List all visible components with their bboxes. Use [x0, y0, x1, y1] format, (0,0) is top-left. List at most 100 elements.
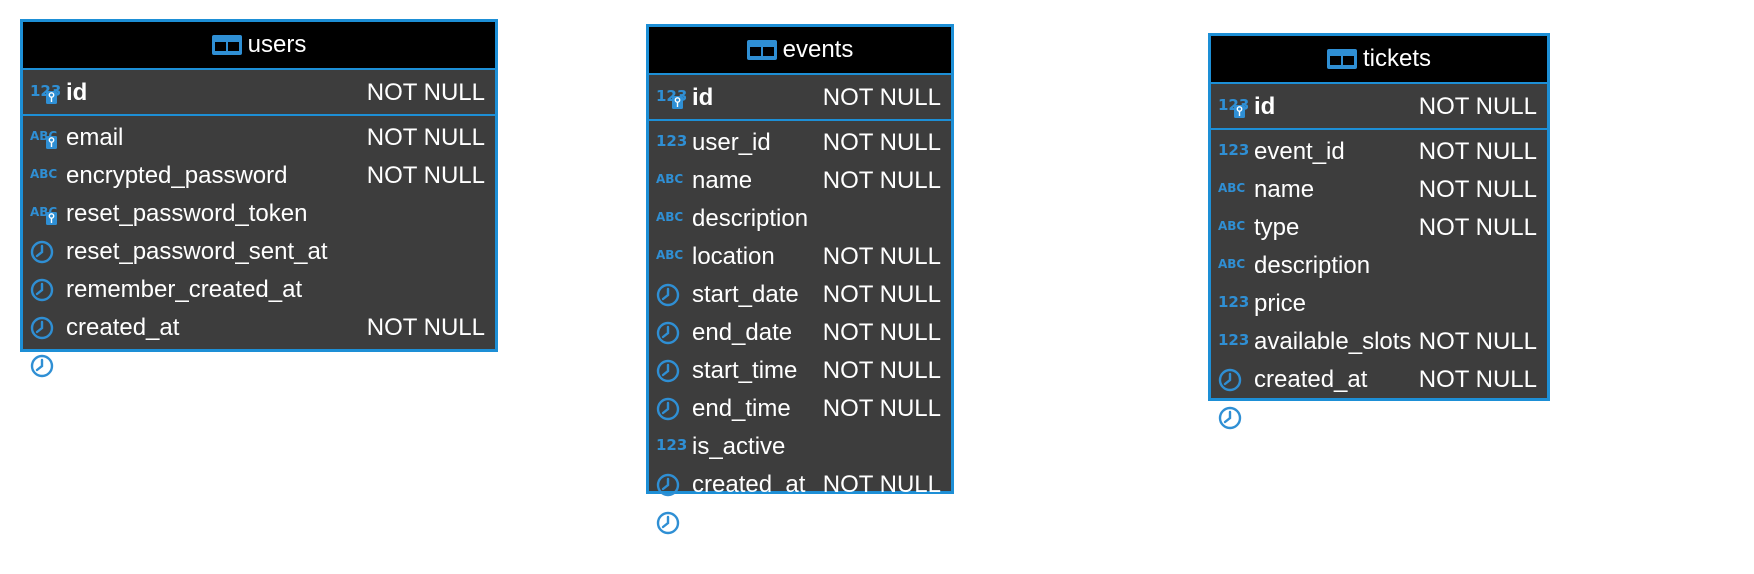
- table-title: events: [782, 36, 854, 63]
- table-header[interactable]: users: [23, 22, 495, 70]
- primary-key-row[interactable]: 123 id NOT NULL: [1211, 84, 1547, 130]
- type-icon-slot: 123: [23, 81, 64, 105]
- clock-icon: [1218, 406, 1242, 430]
- table-users[interactable]: users 123 id NOT NULL ABC email NOT NULL ABC e…: [20, 19, 498, 379]
- svg-text:123: 123: [1218, 141, 1248, 159]
- table-title: tickets: [1362, 45, 1431, 72]
- text-icon: ABC: [30, 167, 57, 181]
- column-constraint: NOT NULL: [822, 357, 941, 384]
- column-row[interactable]: ABC encrypted_password NOT NULL: [23, 157, 495, 195]
- column-constraint: NOT NULL: [366, 79, 485, 106]
- column-row[interactable]: updated_at NOT NULL: [649, 504, 951, 542]
- column-row[interactable]: 123 user_id NOT NULL: [649, 124, 951, 162]
- column-row[interactable]: start_time NOT NULL: [649, 352, 951, 390]
- column-row[interactable]: ABC name NOT NULL: [1211, 171, 1547, 209]
- type-icon-slot: ABC: [1211, 178, 1252, 202]
- clock-icon: [656, 283, 680, 307]
- column-constraint: NOT NULL: [822, 395, 941, 422]
- column-constraint: NOT NULL: [1418, 93, 1537, 120]
- column-row[interactable]: ABC location NOT NULL: [649, 238, 951, 276]
- column-row[interactable]: start_date NOT NULL: [649, 276, 951, 314]
- text-icon: ABC: [656, 248, 683, 262]
- clock-icon: [30, 316, 54, 340]
- clock-icon: [656, 321, 680, 345]
- column-name: id: [66, 79, 88, 106]
- column-row[interactable]: created_at NOT NULL: [1211, 361, 1547, 399]
- column-row[interactable]: ABC type NOT NULL: [1211, 209, 1547, 247]
- svg-text:123: 123: [1218, 293, 1248, 311]
- column-name: reset_password_sent_at: [66, 238, 328, 265]
- type-icon-slot: ABC: [649, 169, 690, 193]
- numeric-icon: 123: [656, 132, 686, 150]
- column-row[interactable]: reset_password_sent_at: [23, 233, 495, 271]
- column-constraint: NOT NULL: [1418, 328, 1537, 355]
- column-name: updated_at: [1254, 404, 1375, 431]
- type-icon-slot: [1211, 368, 1252, 392]
- svg-text:123: 123: [656, 436, 686, 454]
- svg-text:ABC: ABC: [30, 167, 57, 181]
- column-name: email: [66, 124, 124, 151]
- column-constraint: NOT NULL: [1418, 176, 1537, 203]
- column-row[interactable]: 123 event_id NOT NULL: [1211, 133, 1547, 171]
- column-name: end_time: [692, 395, 791, 422]
- type-icon-slot: [23, 354, 64, 378]
- column-constraint: NOT NULL: [366, 162, 485, 189]
- table-icon: [211, 35, 242, 55]
- type-icon-slot: 123: [649, 86, 690, 110]
- clock-icon: [1218, 368, 1242, 392]
- primary-key-row[interactable]: 123 id NOT NULL: [23, 70, 495, 116]
- column-row[interactable]: ABC name NOT NULL: [649, 162, 951, 200]
- column-name: name: [692, 167, 753, 194]
- column-row[interactable]: ABC reset_password_token: [23, 195, 495, 233]
- type-icon-slot: ABC: [23, 202, 64, 226]
- column-row[interactable]: remember_created_at: [23, 271, 495, 309]
- column-name: encrypted_password: [66, 162, 288, 189]
- column-row[interactable]: ABC email NOT NULL: [23, 119, 495, 157]
- clock-icon: [30, 240, 54, 264]
- column-name: user_id: [692, 129, 771, 156]
- type-icon-slot: 123: [649, 131, 690, 155]
- clock-icon: [656, 397, 680, 421]
- column-row[interactable]: ABC description: [1211, 247, 1547, 285]
- type-icon-slot: [649, 397, 690, 421]
- type-icon-slot: ABC: [23, 164, 64, 188]
- table-tickets[interactable]: tickets 123 id NOT NULL 123 event_id NOT NUL…: [1208, 33, 1550, 431]
- column-constraint: NOT NULL: [1418, 138, 1537, 165]
- column-row[interactable]: created_at NOT NULL: [649, 466, 951, 504]
- svg-text:123: 123: [656, 132, 686, 150]
- svg-text:ABC: ABC: [1218, 181, 1245, 195]
- column-constraint: NOT NULL: [822, 509, 941, 536]
- type-icon-slot: ABC: [649, 245, 690, 269]
- primary-key-row[interactable]: 123 id NOT NULL: [649, 75, 951, 121]
- column-name: type: [1254, 214, 1300, 241]
- column-name: created_at: [1254, 366, 1368, 393]
- column-row[interactable]: updated_at NOT NULL: [23, 347, 495, 385]
- column-row[interactable]: updated_at NOT NULL: [1211, 399, 1547, 437]
- column-row[interactable]: ABC description: [649, 200, 951, 238]
- table-header[interactable]: events: [649, 27, 951, 75]
- column-constraint: NOT NULL: [822, 243, 941, 270]
- text-icon: ABC: [1218, 257, 1245, 271]
- column-row[interactable]: end_date NOT NULL: [649, 314, 951, 352]
- column-name: location: [692, 243, 775, 270]
- column-name: description: [1254, 252, 1371, 279]
- column-name: available_slots: [1254, 328, 1412, 355]
- clock-icon: [656, 359, 680, 383]
- column-name: remember_created_at: [66, 276, 303, 303]
- column-name: created_at: [66, 314, 180, 341]
- column-row[interactable]: end_time NOT NULL: [649, 390, 951, 428]
- type-icon-slot: [649, 283, 690, 307]
- type-icon-slot: [1211, 406, 1252, 430]
- column-name: name: [1254, 176, 1315, 203]
- column-constraint: NOT NULL: [1418, 404, 1537, 431]
- type-icon-slot: 123: [1211, 330, 1252, 354]
- column-row[interactable]: 123 available_slots NOT NULL: [1211, 323, 1547, 361]
- clock-icon: [30, 278, 54, 302]
- column-row[interactable]: 123 price: [1211, 285, 1547, 323]
- table-header[interactable]: tickets: [1211, 36, 1547, 84]
- table-events[interactable]: events 123 id NOT NULL 123 user_id NOT NULL A…: [646, 24, 954, 536]
- column-constraint: NOT NULL: [366, 124, 485, 151]
- column-row[interactable]: 123 is_active: [649, 428, 951, 466]
- column-row[interactable]: created_at NOT NULL: [23, 309, 495, 347]
- column-constraint: NOT NULL: [1418, 366, 1537, 393]
